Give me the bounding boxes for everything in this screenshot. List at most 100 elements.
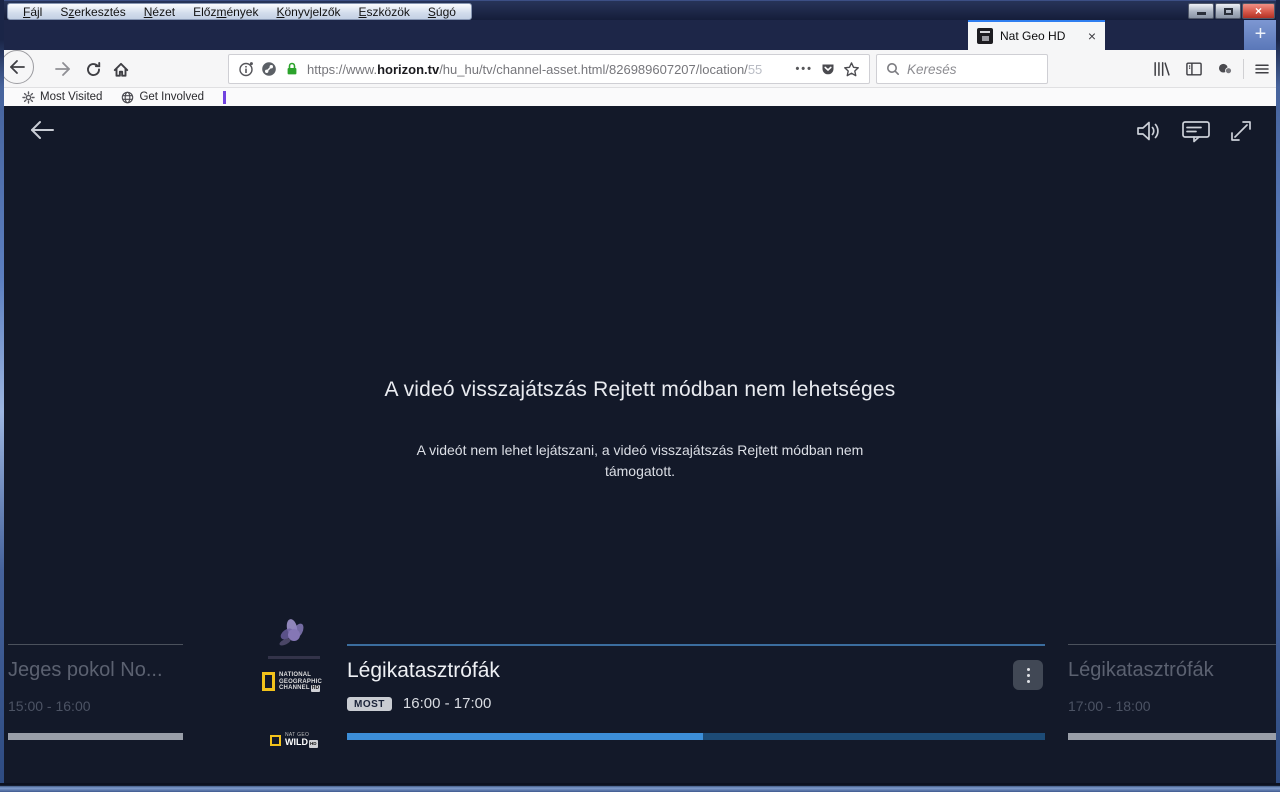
menu-item[interactable]: Előzmények [184, 5, 267, 19]
tab-favicon-icon [977, 28, 993, 44]
error-message: A videót nem lehet lejátszani, a videó v… [416, 442, 864, 479]
forward-icon [55, 62, 70, 76]
url-bar[interactable]: https://www.horizon.tv/hu_hu/tv/channel-… [228, 54, 870, 84]
url-scheme: https://www. [307, 61, 378, 77]
epg-card-next[interactable]: Légikatasztrófák 17:00 - 18:00 [1068, 644, 1276, 748]
library-button[interactable] [1147, 55, 1175, 83]
url-text: https://www.horizon.tv/hu_hu/tv/channel-… [307, 62, 762, 77]
search-bar[interactable] [876, 54, 1048, 84]
hd-badge: HD [310, 685, 321, 692]
back-button[interactable] [0, 50, 34, 84]
url-path: /hu_hu/tv/channel-asset.html/82698960720… [439, 61, 748, 77]
bookmark-most-visited[interactable]: Most Visited [22, 90, 103, 104]
tab-title: Nat Geo HD [1000, 29, 1066, 43]
menu-item[interactable]: Nézet [135, 5, 184, 19]
player-controls [1134, 118, 1254, 144]
programme-time: 17:00 - 18:00 [1068, 698, 1151, 714]
bookmark-marker[interactable] [223, 90, 227, 104]
close-window-button[interactable]: × [1242, 3, 1275, 19]
library-icon [1154, 62, 1170, 76]
epg-card-previous[interactable]: Jeges pokol No... 15:00 - 16:00 [8, 644, 183, 748]
url-domain: horizon.tv [377, 61, 440, 77]
new-tab-button[interactable]: + [1244, 20, 1277, 50]
subtitles-icon[interactable] [1180, 118, 1212, 144]
account-icon [1219, 63, 1232, 75]
progress-bar [347, 733, 1045, 740]
reload-icon [86, 61, 100, 76]
kebab-icon [1026, 667, 1030, 671]
minimize-button[interactable] [1188, 3, 1214, 19]
tab-nat-geo-hd[interactable]: Nat Geo HD × [968, 20, 1105, 50]
window-border [1276, 0, 1280, 792]
search-icon [886, 62, 900, 76]
tab-bar: Nat Geo HD × + [0, 20, 1280, 50]
menu-bar: Fájl Szerkesztés Nézet Előzmények Könyvjelző… [7, 3, 472, 20]
channel-logo-nat-geo[interactable]: NATIONAL GEOGRAPHIC CHANNEL HD [262, 672, 322, 692]
minimize-icon [1197, 12, 1206, 15]
card-divider [8, 644, 183, 645]
card-divider [347, 644, 1045, 646]
tab-close-icon[interactable]: × [1088, 29, 1096, 43]
window-border [0, 0, 4, 792]
player-back-button[interactable] [28, 118, 56, 142]
window-controls: × [1188, 3, 1275, 19]
window-border [0, 783, 1280, 792]
natgeo-text-row: CHANNEL HD [279, 685, 321, 692]
menu-item[interactable]: Könyvjelzők [267, 5, 349, 19]
programme-title: Légikatasztrófák [1068, 659, 1214, 681]
menu-item[interactable]: Szerkesztés [51, 5, 134, 19]
wild-frame-icon [270, 734, 281, 746]
volume-icon[interactable] [1134, 118, 1164, 144]
page-actions-icon[interactable]: ••• [795, 63, 813, 75]
error-title: A videó visszajátszás Rejtett módban nem… [384, 378, 896, 401]
toolbar-separator [1243, 59, 1244, 79]
title-bar: Fájl Szerkesztés Nézet Előzmények Könyvjelző… [0, 0, 1280, 20]
gear-icon [22, 90, 35, 104]
home-icon [113, 62, 129, 77]
account-button[interactable] [1211, 55, 1239, 83]
now-badge: MOST [347, 696, 392, 711]
programme-title: Jeges pokol No... [8, 659, 163, 681]
progress-bar [1068, 733, 1276, 740]
channel-rail: NATIONAL GEOGRAPHIC CHANNEL HD NAT GEO WI… [258, 614, 332, 774]
bookmarks-bar: Most Visited Get Involved [4, 88, 1276, 106]
hd-badge: HD [309, 740, 318, 748]
menu-button[interactable] [1248, 55, 1276, 83]
back-icon [8, 59, 26, 75]
wild-text-row: WILD HD [285, 737, 318, 748]
permissions-icon[interactable] [261, 61, 277, 77]
sidebar-toggle-button[interactable] [1180, 55, 1208, 83]
menu-item[interactable]: Eszközök [350, 5, 419, 19]
programme-time: 15:00 - 16:00 [8, 698, 91, 714]
hamburger-icon [1255, 64, 1269, 74]
epg-card-current[interactable]: Légikatasztrófák MOST 16:00 - 17:00 [347, 644, 1045, 748]
menu-item[interactable]: Fájl [14, 5, 51, 19]
card-divider [1068, 644, 1276, 645]
globe-icon [121, 91, 134, 104]
natgeo-frame-icon [262, 672, 275, 692]
more-options-button[interactable] [1013, 660, 1043, 690]
forward-button[interactable] [49, 55, 77, 83]
home-button[interactable] [107, 55, 135, 83]
horizon-tv-player-page: A videó visszajátszás Rejtett módban nem… [0, 106, 1280, 783]
navigation-toolbar: https://www.horizon.tv/hu_hu/tv/channel-… [0, 50, 1280, 88]
lock-icon [284, 61, 300, 77]
maximize-icon [1224, 8, 1233, 15]
channel-logo-nat-geo-wild[interactable]: NAT GEO WILD HD [270, 732, 318, 748]
maximize-button[interactable] [1215, 3, 1241, 19]
site-info-icon[interactable] [238, 61, 254, 77]
bookmark-label: Most Visited [40, 91, 103, 103]
browser-window: Fájl Szerkesztés Nézet Előzmények Könyvjelző… [0, 0, 1280, 792]
bookmark-star-icon[interactable] [843, 61, 860, 78]
reload-button[interactable] [79, 55, 107, 83]
programme-time: 16:00 - 17:00 [402, 695, 492, 712]
fullscreen-icon[interactable] [1228, 118, 1254, 144]
pocket-icon[interactable] [820, 61, 836, 77]
menu-item[interactable]: Súgó [419, 5, 465, 19]
progress-bar [8, 733, 183, 740]
bookmark-label: Get Involved [139, 91, 205, 103]
url-truncated: 55 [747, 61, 763, 77]
channel-logo-flower-icon[interactable] [272, 616, 314, 654]
bookmark-get-involved[interactable]: Get Involved [121, 91, 204, 104]
search-input[interactable] [907, 61, 1027, 77]
